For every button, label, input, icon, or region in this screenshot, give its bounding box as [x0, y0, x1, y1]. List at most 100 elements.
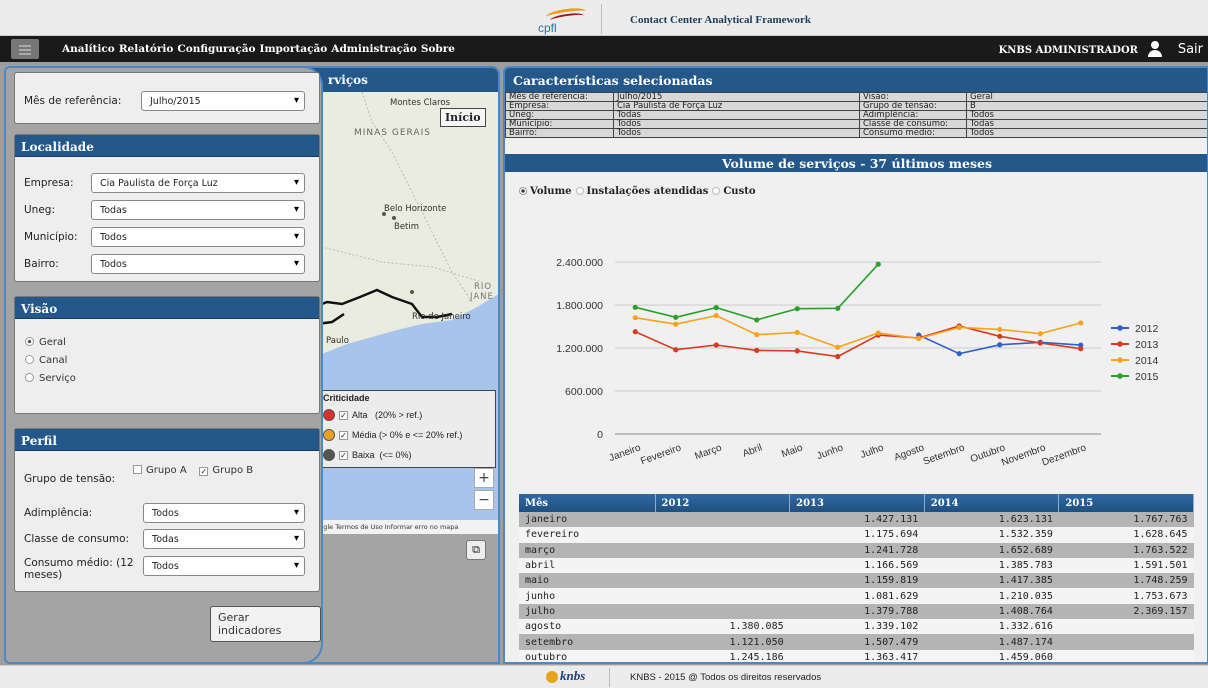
table-cell: 1.591.501 [1058, 557, 1194, 574]
selected-row: Uneg: Todas Adimplência: Todos [505, 110, 1207, 120]
adimplencia-select[interactable]: Todos [143, 503, 305, 523]
selected-cell: Geral [966, 92, 1207, 102]
table-header-4[interactable]: 2015 [1058, 494, 1194, 512]
knbs-logo: knbs [540, 668, 610, 687]
uneg-select[interactable]: Todas [91, 200, 305, 220]
map-label-belo-horizonte: Belo Horizonte [384, 204, 447, 214]
table-header-1[interactable]: 2012 [655, 494, 791, 512]
table-row: janeiro 1.427.131 1.623.131 1.767.763 [519, 512, 1194, 528]
table-cell: 1.623.131 [924, 512, 1059, 528]
menu-item-relatorio[interactable]: Relatório [119, 43, 174, 55]
map-label-betim: Betim [394, 222, 420, 232]
metric-custo[interactable]: Custo [712, 186, 756, 197]
table-cell [655, 603, 790, 620]
map-canvas[interactable]: Montes Claros MINAS GERAIS Belo Horizont… [302, 92, 498, 520]
menu-toggle-icon[interactable] [11, 39, 39, 59]
export-map-icon[interactable]: ⧉ [466, 540, 486, 560]
menu-item-configuracao[interactable]: Configuração [177, 43, 255, 55]
grupo-b-checkbox[interactable]: ✓ [199, 467, 209, 476]
logout-link[interactable]: Sair [1178, 42, 1203, 57]
table-cell: 1.159.819 [789, 573, 925, 589]
visao-option-servico[interactable]: Serviço [25, 373, 76, 384]
table-header-3[interactable]: 2014 [924, 494, 1060, 512]
alta-checkbox[interactable]: ✓ [339, 410, 348, 420]
data-point [673, 314, 679, 320]
data-point [673, 347, 679, 353]
table-cell: maio [519, 573, 655, 589]
table-cell [655, 512, 790, 528]
map-panel: rviços Montes Claros MINAS GERAIS Belo H… [300, 66, 500, 664]
data-point [997, 342, 1003, 348]
adimplencia-label: Adimplência: [24, 507, 93, 519]
table-cell [655, 588, 790, 604]
zoom-out-button[interactable]: − [474, 490, 494, 510]
results-panel: Características selecionadas Mês de refe… [503, 66, 1208, 664]
legend-media-label: Média [352, 430, 377, 440]
legend-alta-range: (20% > ref.) [375, 410, 423, 420]
table-cell: 1.459.060 [924, 649, 1059, 662]
municipio-select[interactable]: Todos [91, 227, 305, 247]
menu-item-administracao[interactable]: Administração [331, 43, 417, 55]
metric-instalacoes[interactable]: Instalações atendidas [575, 186, 708, 197]
visao-option-geral[interactable]: Geral [25, 337, 66, 348]
bairro-select[interactable]: Todos [91, 254, 305, 274]
main-area: rviços Montes Claros MINAS GERAIS Belo H… [0, 62, 1208, 665]
metric-volume[interactable]: Volume [519, 186, 572, 197]
table-cell [655, 527, 790, 543]
table-cell: 1.487.174 [924, 634, 1059, 650]
zoom-in-button[interactable]: + [474, 468, 494, 488]
selected-row: Bairro: Todos Consumo médio: Todos [505, 128, 1207, 138]
x-tick-label: Dezembro [1041, 442, 1089, 468]
x-tick-label: Maio [780, 442, 805, 460]
data-point [713, 342, 719, 348]
legend-label: 2013 [1135, 339, 1159, 351]
filter-panel: Mês de referência: Julho/2015 Localidade… [4, 66, 323, 664]
nav-bar: Analítico Relatório Configuração Importa… [0, 36, 1208, 62]
user-name[interactable]: KNBS ADMINISTRADOR [999, 45, 1138, 56]
map-attribution[interactable]: 5 Google Termos de Uso Informar erro no … [302, 520, 498, 534]
inicio-button[interactable]: Início [440, 108, 486, 127]
data-point [713, 312, 719, 319]
data-point [875, 261, 881, 267]
data-point [794, 348, 800, 354]
user-icon[interactable] [1148, 41, 1162, 57]
metric-volume-label: Volume [530, 186, 572, 197]
selected-row: Mês de referência: Julho/2015 Visão: Geral [505, 92, 1207, 102]
empresa-select[interactable]: Cia Paulista de Força Luz [91, 173, 305, 193]
menu-item-importacao[interactable]: Importação [260, 43, 328, 55]
menu-item-sobre[interactable]: Sobre [421, 43, 455, 55]
menu-item-analitico[interactable]: Analítico [62, 43, 115, 55]
perfil-title: Perfil [15, 429, 319, 451]
metric-custo-label: Custo [723, 186, 756, 197]
cpfl-logo: cpfl paulista [532, 4, 602, 49]
x-tick-label: Julho [859, 442, 886, 461]
table-row: agosto 1.380.085 1.339.102 1.332.616 [519, 619, 1194, 635]
table-header-2[interactable]: 2013 [789, 494, 925, 512]
grupo-a-checkbox[interactable] [133, 465, 142, 474]
table-row: maio 1.159.819 1.417.385 1.748.259 [519, 573, 1194, 589]
data-point [835, 305, 841, 311]
table-cell: 1.332.616 [924, 619, 1059, 635]
municipio-label: Município: [24, 231, 78, 243]
data-point [997, 326, 1003, 333]
table-cell: 1.408.764 [924, 603, 1059, 620]
table-cell [655, 557, 790, 574]
visao-option-canal[interactable]: Canal [25, 355, 67, 366]
gerar-indicadores-button[interactable]: Gerar indicadores [210, 606, 321, 642]
month-select[interactable]: Julho/2015 [141, 91, 305, 111]
grupo-label: Grupo de tensão: [24, 473, 116, 485]
classe-select[interactable]: Todas [143, 529, 305, 549]
visao-geral-label: Geral [39, 337, 66, 348]
consumo-select[interactable]: Todos [143, 556, 305, 576]
map-label-montes-claros: Montes Claros [390, 98, 451, 108]
map-label-sao-paulo: Paulo [326, 336, 349, 346]
table-cell: 1.081.629 [789, 588, 925, 604]
table-cell: 2.369.157 [1058, 603, 1194, 620]
legend-marker [1117, 325, 1123, 331]
media-checkbox[interactable]: ✓ [339, 430, 348, 440]
baixa-checkbox[interactable]: ✓ [339, 450, 348, 460]
table-header-0[interactable]: Mês [519, 494, 656, 512]
table-cell: 1.767.763 [1058, 512, 1194, 528]
table-cell: outubro [519, 649, 655, 662]
x-tick-label: Setembro [922, 442, 967, 467]
